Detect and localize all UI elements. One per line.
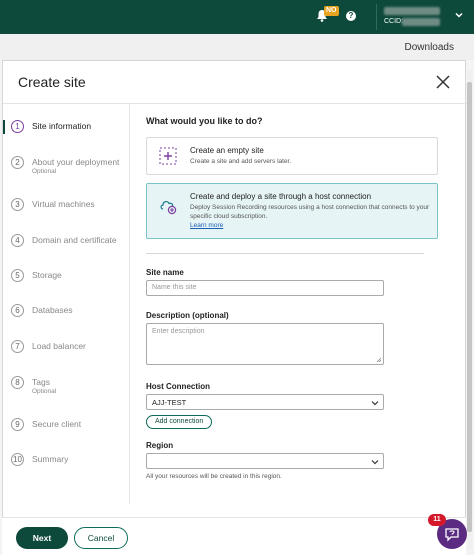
help-icon[interactable]: ? [346,11,356,21]
step-domain-certificate[interactable]: 4 Domain and certificate [3,226,129,256]
help-count-badge: 11 [428,514,446,526]
ccid-label: CCID: [384,18,404,25]
option-title: Create and deploy a site through a host … [190,192,372,201]
create-site-dialog: Create site 1 Site information 2 About y… [2,60,467,555]
host-connection-select[interactable]: AJJ-TEST [146,394,384,410]
step-label: Virtual machines [32,199,95,209]
chevron-down-icon[interactable] [454,10,464,20]
step-label: Secure client [32,419,82,429]
description-label: Description (optional) [146,311,229,320]
step-number: 4 [11,234,24,247]
account-name-redacted[interactable] [384,7,440,15]
cloud-add-icon [160,201,177,215]
site-form: What would you like to do? Create an emp… [146,116,438,480]
ccid-value-redacted [402,18,440,26]
option-empty-site-card[interactable]: Create an empty site Create a site and a… [146,137,438,175]
step-about-deployment[interactable]: 2 About your deployment Optional [3,148,129,178]
step-load-balancer[interactable]: 7 Load balancer [3,332,129,362]
step-number: 5 [11,269,24,282]
scrollbar[interactable] [467,70,472,550]
cancel-button[interactable]: Cancel [74,527,128,549]
option-description: Create a site and add servers later. [190,158,292,165]
step-label: Domain and certificate [32,235,117,245]
chevron-down-icon [371,401,379,406]
step-optional-label: Optional [32,388,57,395]
divider [146,253,424,254]
step-secure-client[interactable]: 9 Secure client [3,410,129,440]
add-site-icon [159,147,177,165]
step-optional-label: Optional [32,168,57,175]
add-connection-button[interactable]: Add connection [146,415,213,429]
step-label: Tags [32,377,50,387]
option-description: Deploy Session Recording resources using… [190,204,430,220]
step-site-information[interactable]: 1 Site information [3,112,129,142]
step-number: 1 [11,120,24,133]
close-icon[interactable] [435,74,451,90]
scrollbar-thumb[interactable] [467,82,472,532]
step-label: Storage [32,270,62,280]
question-heading: What would you like to do? [146,116,263,126]
region-select[interactable] [146,453,384,469]
top-bar: NO ? CCID: [0,0,474,34]
step-number: 8 [11,376,24,389]
divider [376,4,377,30]
step-number: 2 [11,156,24,169]
host-connection-label: Host Connection [146,382,210,391]
step-tags[interactable]: 8 Tags Optional [3,368,129,398]
step-virtual-machines[interactable]: 3 Virtual machines [3,190,129,220]
step-number: 9 [11,418,24,431]
step-summary[interactable]: 10 Summary [3,445,129,475]
step-number: 6 [11,304,24,317]
chevron-down-icon [371,460,379,465]
dialog-footer: Next Cancel [2,517,466,555]
notification-badge: NO [324,6,339,16]
step-label: Load balancer [32,341,86,351]
option-title: Create an empty site [190,146,264,155]
step-label: Summary [32,454,69,464]
wizard-steps: 1 Site information 2 About your deployme… [3,104,130,504]
step-number: 7 [11,340,24,353]
resize-handle-icon[interactable] [376,357,382,363]
downloads-link[interactable]: Downloads [405,42,454,53]
chat-help-icon [445,528,459,542]
next-button[interactable]: Next [16,527,68,549]
step-storage[interactable]: 5 Storage [3,261,129,291]
step-number: 3 [11,198,24,211]
downloads-bar: Downloads [0,34,474,60]
host-connection-value: AJJ-TEST [152,398,187,407]
option-host-connection-card[interactable]: Create and deploy a site through a host … [146,183,438,239]
dialog-title: Create site [18,74,86,90]
learn-more-link[interactable]: Learn more [190,222,223,229]
description-textarea[interactable]: Enter description [146,323,384,365]
step-label: Site information [32,121,92,131]
site-name-label: Site name [146,268,184,277]
region-hint: All your resources will be created in th… [146,473,282,480]
description-placeholder: Enter description [152,328,205,335]
step-label: About your deployment [32,157,120,167]
step-number: 10 [11,453,24,466]
region-label: Region [146,441,174,450]
step-databases[interactable]: 6 Databases [3,296,129,326]
site-name-input[interactable]: Name this site [146,280,384,296]
step-label: Databases [32,305,73,315]
